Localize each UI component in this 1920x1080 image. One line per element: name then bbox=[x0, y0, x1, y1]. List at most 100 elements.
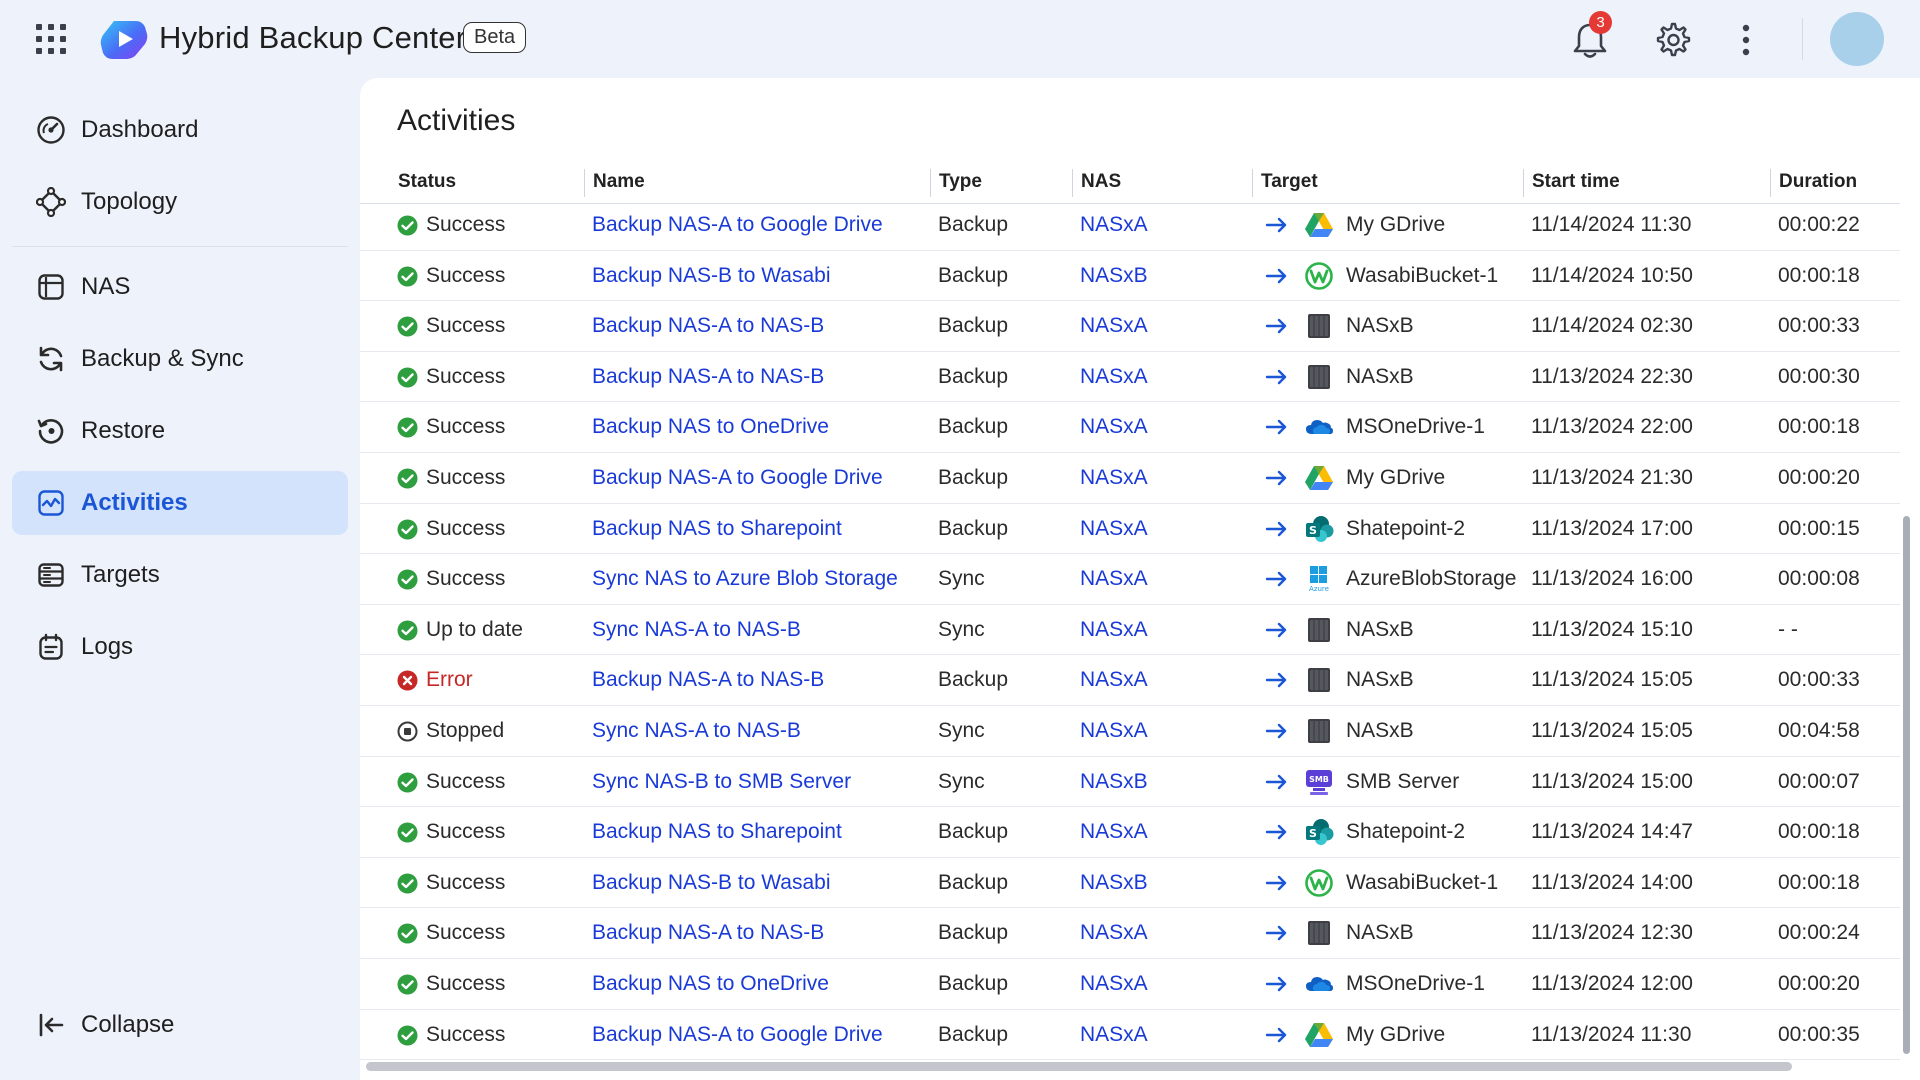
nas-link[interactable]: NASxA bbox=[1080, 352, 1148, 402]
nas-link[interactable]: NASxA bbox=[1080, 605, 1148, 655]
sidebar-item-dashboard[interactable]: Dashboard bbox=[12, 98, 348, 162]
success-check-icon bbox=[397, 316, 418, 337]
header-divider bbox=[1802, 18, 1803, 60]
job-name-link[interactable]: Backup NAS-B to Wasabi bbox=[592, 251, 831, 301]
duration: 00:00:18 bbox=[1778, 870, 1860, 894]
start-time: 11/13/2024 11:30 bbox=[1531, 1022, 1692, 1046]
collapse-sidebar-button[interactable]: Collapse bbox=[12, 993, 348, 1057]
sidebar-item-backup-sync[interactable]: Backup & Sync bbox=[12, 327, 348, 391]
start-time: 11/13/2024 15:00 bbox=[1531, 769, 1693, 793]
table-row[interactable]: Up to date Sync NAS-A to NAS-B Sync NASxA NA… bbox=[360, 605, 1900, 656]
horizontal-scrollbar[interactable] bbox=[366, 1062, 1792, 1071]
table-row[interactable]: Success Backup NAS-A to Google Drive Backu… bbox=[360, 200, 1900, 251]
table-row[interactable]: Success Backup NAS-A to NAS-B Backup NASxA N… bbox=[360, 352, 1900, 403]
nas-link[interactable]: NASxA bbox=[1080, 807, 1148, 857]
job-type: Backup bbox=[938, 668, 1009, 692]
nas-link[interactable]: NASxB bbox=[1080, 251, 1148, 301]
target-name: My GDrive bbox=[1346, 213, 1446, 236]
job-name-link[interactable]: Sync NAS-A to NAS-B bbox=[592, 605, 801, 655]
nas-link[interactable]: NASxA bbox=[1080, 301, 1148, 351]
arrow-right-icon bbox=[1265, 824, 1287, 840]
duration: 00:00:33 bbox=[1778, 314, 1860, 338]
app-grid-icon[interactable] bbox=[36, 24, 66, 54]
table-row[interactable]: Success Sync NAS to Azure Blob Storage Syn… bbox=[360, 554, 1900, 605]
sidebar-item-topology[interactable]: Topology bbox=[12, 170, 348, 234]
job-name-link[interactable]: Backup NAS-A to Google Drive bbox=[592, 1010, 883, 1060]
duration: 00:00:20 bbox=[1778, 972, 1860, 995]
status-text: Success bbox=[426, 921, 506, 945]
table-row[interactable]: Error Backup NAS-A to NAS-B Backup NASxA NAS… bbox=[360, 655, 1900, 706]
table-row[interactable]: Success Backup NAS-A to Google Drive Backu… bbox=[360, 1010, 1900, 1061]
table-row[interactable]: Stopped Sync NAS-A to NAS-B Sync NASxA NASxB… bbox=[360, 706, 1900, 757]
logs-icon bbox=[39, 633, 63, 660]
table-row[interactable]: Success Backup NAS-B to Wasabi Backup NASxB… bbox=[360, 251, 1900, 302]
nas-link[interactable]: NASxA bbox=[1080, 402, 1148, 452]
job-name-link[interactable]: Sync NAS-A to NAS-B bbox=[592, 706, 801, 756]
nas-link[interactable]: NASxA bbox=[1080, 706, 1148, 756]
sidebar-item-activities[interactable]: Activities bbox=[12, 471, 348, 535]
table-row[interactable]: Success Backup NAS to Sharepoint Backup NAS… bbox=[360, 504, 1900, 555]
column-header-status[interactable]: Status bbox=[390, 169, 456, 197]
nas-link[interactable]: NASxA bbox=[1080, 1010, 1148, 1060]
nas-link[interactable]: NASxA bbox=[1080, 959, 1148, 1009]
sidebar-item-restore[interactable]: Restore bbox=[12, 399, 348, 463]
nas-link[interactable]: NASxA bbox=[1080, 554, 1148, 604]
nas-link[interactable]: NASxA bbox=[1080, 504, 1148, 554]
job-name-link[interactable]: Backup NAS-A to NAS-B bbox=[592, 655, 824, 705]
success-check-icon bbox=[397, 974, 418, 995]
table-row[interactable]: Success Backup NAS-A to Google Drive Backu… bbox=[360, 453, 1900, 504]
table-row[interactable]: Success Backup NAS to OneDrive Backup NASxA… bbox=[360, 959, 1900, 1010]
column-header-type[interactable]: Type bbox=[930, 169, 982, 197]
status-text: Success bbox=[426, 466, 506, 489]
vertical-scrollbar[interactable] bbox=[1903, 516, 1910, 1054]
table-row[interactable]: Success Backup NAS-A to NAS-B Backup NASxA N… bbox=[360, 301, 1900, 352]
sync-icon bbox=[39, 346, 63, 372]
job-type: Backup bbox=[938, 213, 1009, 236]
table-row[interactable]: Success Backup NAS-B to Wasabi Backup NASxB… bbox=[360, 858, 1900, 909]
start-time: 11/13/2024 22:00 bbox=[1531, 415, 1693, 439]
job-name-link[interactable]: Backup NAS-A to NAS-B bbox=[592, 908, 824, 958]
column-header-duration[interactable]: Duration bbox=[1770, 169, 1857, 197]
table-row[interactable]: Success Backup NAS to Sharepoint Backup NAS… bbox=[360, 807, 1900, 858]
arrow-right-icon bbox=[1265, 369, 1287, 384]
arrow-right-icon bbox=[1265, 622, 1287, 637]
sidebar-item-nas[interactable]: NAS bbox=[12, 255, 348, 319]
job-name-link[interactable]: Backup NAS to Sharepoint bbox=[592, 807, 842, 857]
table-row[interactable]: Success Backup NAS-A to NAS-B Backup NASxA N… bbox=[360, 908, 1900, 959]
job-name-link[interactable]: Backup NAS-A to NAS-B bbox=[592, 352, 824, 402]
table-row[interactable]: Success Backup NAS to OneDrive Backup NASxA… bbox=[360, 402, 1900, 453]
nas-link[interactable]: NASxA bbox=[1080, 655, 1148, 705]
job-name-link[interactable]: Backup NAS-A to Google Drive bbox=[592, 200, 883, 250]
column-header-start-time[interactable]: Start time bbox=[1523, 169, 1620, 197]
job-name-link[interactable]: Backup NAS to OneDrive bbox=[592, 959, 829, 1009]
column-header-target[interactable]: Target bbox=[1252, 169, 1318, 197]
job-name-link[interactable]: Backup NAS to OneDrive bbox=[592, 402, 829, 452]
success-check-icon bbox=[397, 367, 418, 388]
sidebar-item-targets[interactable]: Targets bbox=[12, 543, 348, 607]
job-name-link[interactable]: Backup NAS-A to Google Drive bbox=[592, 453, 883, 503]
more-options-icon[interactable] bbox=[1736, 22, 1756, 58]
sidebar-item-logs[interactable]: Logs bbox=[12, 615, 348, 679]
job-name-link[interactable]: Backup NAS-B to Wasabi bbox=[592, 858, 831, 908]
job-name-link[interactable]: Sync NAS to Azure Blob Storage bbox=[592, 554, 898, 604]
success-check-icon bbox=[397, 923, 418, 944]
settings-gear-icon[interactable] bbox=[1653, 21, 1691, 59]
nas-link[interactable]: NASxB bbox=[1080, 858, 1148, 908]
nas-link[interactable]: NASxA bbox=[1080, 908, 1148, 958]
job-type: Sync bbox=[938, 567, 985, 591]
nas-link[interactable]: NASxA bbox=[1080, 200, 1148, 250]
column-header-name[interactable]: Name bbox=[584, 169, 645, 197]
job-name-link[interactable]: Backup NAS-A to NAS-B bbox=[592, 301, 824, 351]
duration: 00:00:22 bbox=[1778, 213, 1860, 236]
nas-link[interactable]: NASxB bbox=[1080, 757, 1148, 807]
status-text: Success bbox=[426, 415, 506, 439]
nas-device-icon bbox=[1308, 314, 1330, 339]
column-header-nas[interactable]: NAS bbox=[1072, 169, 1121, 197]
job-name-link[interactable]: Backup NAS to Sharepoint bbox=[592, 504, 842, 554]
nas-device-icon bbox=[1308, 921, 1330, 946]
user-avatar[interactable] bbox=[1830, 12, 1884, 66]
job-name-link[interactable]: Sync NAS-B to SMB Server bbox=[592, 757, 851, 807]
success-check-icon bbox=[397, 1025, 418, 1046]
nas-link[interactable]: NASxA bbox=[1080, 453, 1148, 503]
table-row[interactable]: Success Sync NAS-B to SMB Server Sync NASxB… bbox=[360, 757, 1900, 808]
